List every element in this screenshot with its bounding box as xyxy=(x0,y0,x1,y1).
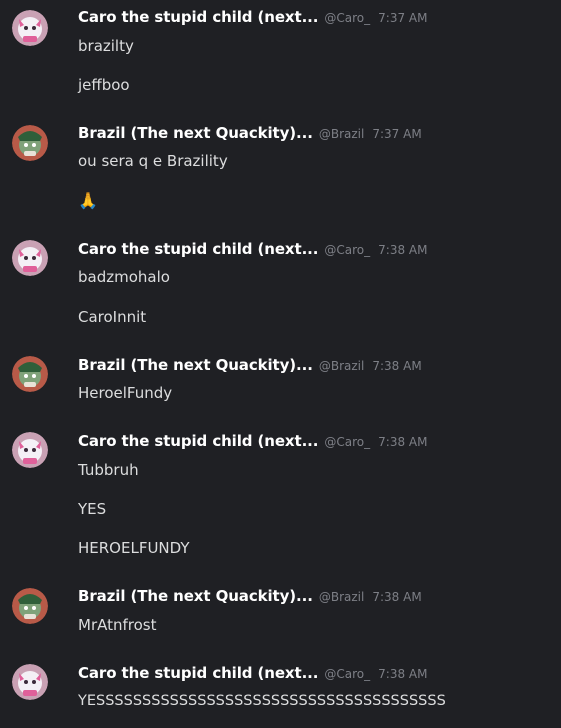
message-header: Caro the stupid child (next... @Caro_ 7:… xyxy=(78,240,427,260)
caro-avatar-icon[interactable] xyxy=(12,10,48,46)
user-handle[interactable]: @Brazil xyxy=(319,590,365,604)
message-text: HeroelFundy xyxy=(78,384,173,402)
username[interactable]: Caro the stupid child (next... xyxy=(78,664,318,682)
message-header: Caro the stupid child (next... @Caro_ 7:… xyxy=(78,432,427,452)
brazil-avatar-icon[interactable] xyxy=(12,125,48,161)
username[interactable]: Caro the stupid child (next... xyxy=(78,8,318,26)
message-header: Caro the stupid child (next... @Caro_ 7:… xyxy=(78,8,427,28)
username[interactable]: Caro the stupid child (next... xyxy=(78,432,318,450)
timestamp: 7:38 AM xyxy=(378,243,428,257)
brazil-avatar-icon[interactable] xyxy=(12,356,48,392)
timestamp: 7:38 AM xyxy=(378,667,428,681)
user-handle[interactable]: @Caro_ xyxy=(324,243,370,257)
message-header: Caro the stupid child (next... @Caro_ 7:… xyxy=(78,664,427,684)
username[interactable]: Caro the stupid child (next... xyxy=(78,240,318,258)
message-text: YESSSSSSSSSSSSSSSSSSSSSSSSSSSSSSSSSSSSSS xyxy=(78,693,446,709)
message-text: brazilty xyxy=(78,37,134,55)
brazil-avatar-icon[interactable] xyxy=(12,588,48,624)
message-text: badzmohalo xyxy=(78,268,170,286)
username[interactable]: Brazil (The next Quackity)... xyxy=(78,356,313,374)
message-header: Brazil (The next Quackity)... @Brazil 7:… xyxy=(78,587,422,607)
user-handle[interactable]: @Brazil xyxy=(319,127,365,141)
caro-avatar-icon[interactable] xyxy=(12,664,48,700)
message-header: Brazil (The next Quackity)... @Brazil 7:… xyxy=(78,124,422,144)
message-text: Tubbruh xyxy=(78,461,139,479)
message-text: jeffboo xyxy=(78,76,130,94)
caro-avatar-icon[interactable] xyxy=(12,240,48,276)
message-header: Brazil (The next Quackity)... @Brazil 7:… xyxy=(78,356,422,376)
user-handle[interactable]: @Brazil xyxy=(319,359,365,373)
timestamp: 7:37 AM xyxy=(372,127,422,141)
message-text: ou sera q e Brazility xyxy=(78,152,228,170)
caro-avatar-icon[interactable] xyxy=(12,432,48,468)
message-text: CaroInnit xyxy=(78,308,147,326)
message-text: HEROELFUNDY xyxy=(78,539,190,557)
user-handle[interactable]: @Caro_ xyxy=(324,667,370,681)
user-handle[interactable]: @Caro_ xyxy=(324,11,370,25)
timestamp: 7:38 AM xyxy=(372,590,422,604)
timestamp: 7:37 AM xyxy=(378,11,428,25)
message-text: MrAtnfrost xyxy=(78,616,157,634)
timestamp: 7:38 AM xyxy=(372,359,422,373)
message-text: YES xyxy=(78,500,107,518)
username[interactable]: Brazil (The next Quackity)... xyxy=(78,587,313,605)
praying-hands-emoji: 🙏 xyxy=(78,191,98,210)
timestamp: 7:38 AM xyxy=(378,435,428,449)
username[interactable]: Brazil (The next Quackity)... xyxy=(78,124,313,142)
user-handle[interactable]: @Caro_ xyxy=(324,435,370,449)
